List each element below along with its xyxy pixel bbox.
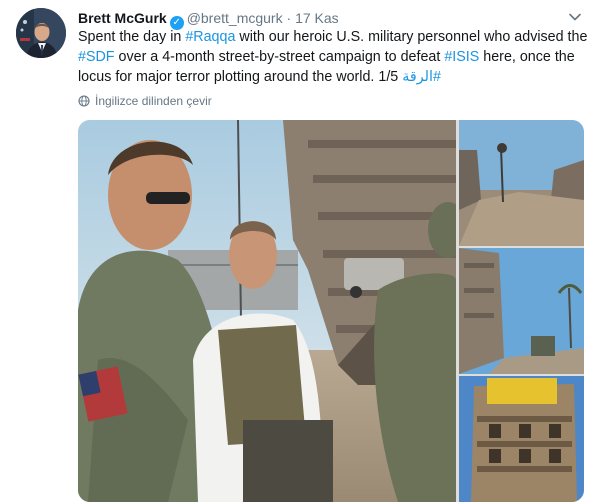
photo-thumbnail-2[interactable] xyxy=(459,248,584,374)
avatar-image xyxy=(16,8,66,58)
user-handle[interactable]: @brett_mcgurk xyxy=(187,10,283,26)
hashtag-link-sdf[interactable]: #SDF xyxy=(78,49,115,65)
photo-thumbnail-3[interactable] xyxy=(459,376,584,502)
tweet-text-segment: with our heroic U.S. military personnel … xyxy=(235,29,588,45)
hashtag-link-raqqa[interactable]: #Raqqa xyxy=(185,29,235,45)
tweet-text: Spent the day in #Raqqa with our heroic … xyxy=(78,27,588,87)
display-name[interactable]: Brett McGurk xyxy=(78,10,167,26)
globe-icon xyxy=(78,95,90,107)
translate-link[interactable]: İngilizce dilinden çevir xyxy=(78,94,212,108)
media-grid xyxy=(78,120,584,502)
photo-main[interactable] xyxy=(78,120,456,502)
tweet-text-segment: over a 4-month street-by-street campaign… xyxy=(114,49,445,65)
avatar[interactable] xyxy=(16,8,66,58)
chevron-down-icon[interactable] xyxy=(568,10,582,24)
hashtag-link-isis[interactable]: #ISIS xyxy=(444,49,479,65)
separator-dot: · xyxy=(286,10,292,26)
translate-label: İngilizce dilinden çevir xyxy=(95,94,212,108)
hashtag-link-raqqa-arabic[interactable]: #الرقة xyxy=(402,69,441,85)
timestamp[interactable]: 17 Kas xyxy=(295,10,339,26)
tweet-text-segment: Spent the day in xyxy=(78,29,186,45)
photo-thumbnail-1[interactable] xyxy=(459,120,584,246)
tweet-card[interactable]: Brett McGurk ✓ @brett_mcgurk · 17 Kas Spen… xyxy=(0,0,600,504)
